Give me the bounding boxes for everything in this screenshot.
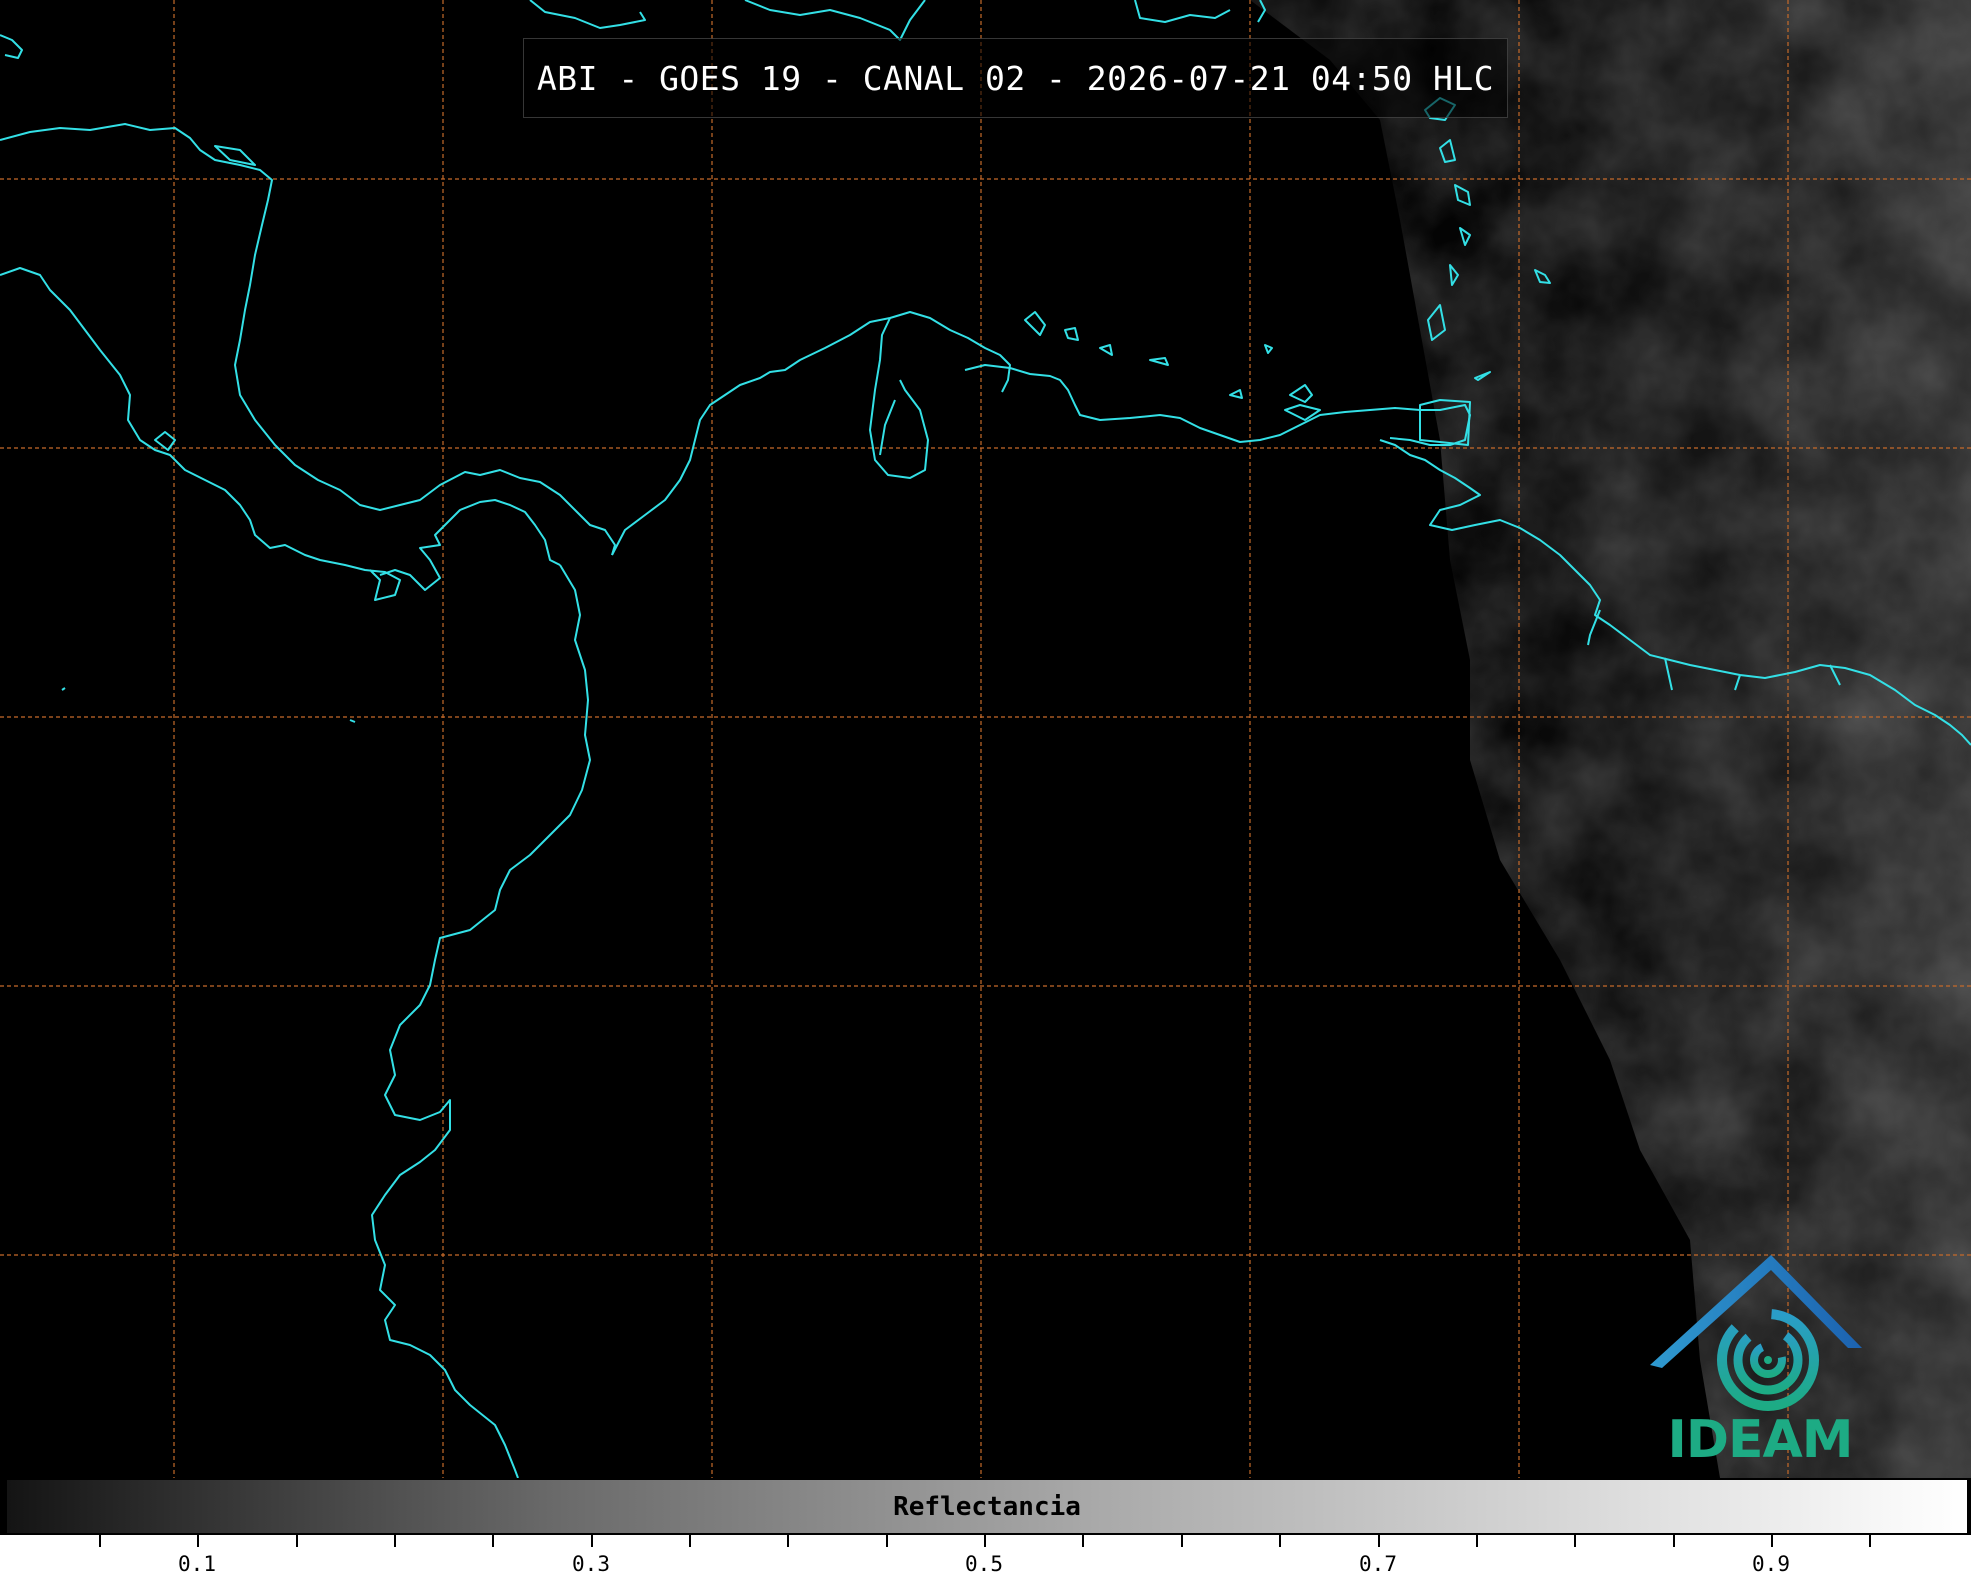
tick-label: 0.1 bbox=[178, 1552, 216, 1576]
tick-label: 0.3 bbox=[572, 1552, 610, 1576]
colorbar: Reflectancia bbox=[6, 1479, 1968, 1534]
minor-tick bbox=[492, 1535, 494, 1547]
minor-tick bbox=[689, 1535, 691, 1547]
minor-tick bbox=[1279, 1535, 1281, 1547]
colorbar-axis: 0.1 0.3 0.5 0.7 0.9 bbox=[0, 1535, 1971, 1577]
major-tick bbox=[1771, 1535, 1773, 1547]
minor-tick bbox=[1574, 1535, 1576, 1547]
minor-tick bbox=[1082, 1535, 1084, 1547]
tick-label: 0.9 bbox=[1752, 1552, 1790, 1576]
minor-tick bbox=[99, 1535, 101, 1547]
minor-tick bbox=[787, 1535, 789, 1547]
minor-tick bbox=[886, 1535, 888, 1547]
ideam-logo: IDEAM bbox=[1640, 1250, 1880, 1475]
minor-tick bbox=[296, 1535, 298, 1547]
minor-tick bbox=[1476, 1535, 1478, 1547]
minor-tick bbox=[1869, 1535, 1871, 1547]
minor-tick bbox=[1673, 1535, 1675, 1547]
map-title: ABI - GOES 19 - CANAL 02 - 2026-07-21 04… bbox=[523, 38, 1508, 118]
ideam-swirl-roof-logo-icon bbox=[1650, 1255, 1862, 1411]
major-tick bbox=[984, 1535, 986, 1547]
colorbar-label: Reflectancia bbox=[893, 1492, 1081, 1522]
minor-tick bbox=[1181, 1535, 1183, 1547]
major-tick bbox=[197, 1535, 199, 1547]
tick-label: 0.7 bbox=[1359, 1552, 1397, 1576]
major-tick bbox=[1378, 1535, 1380, 1547]
tick-label: 0.5 bbox=[965, 1552, 1003, 1576]
major-tick bbox=[591, 1535, 593, 1547]
minor-tick bbox=[394, 1535, 396, 1547]
logo-text: IDEAM bbox=[1667, 1410, 1853, 1470]
